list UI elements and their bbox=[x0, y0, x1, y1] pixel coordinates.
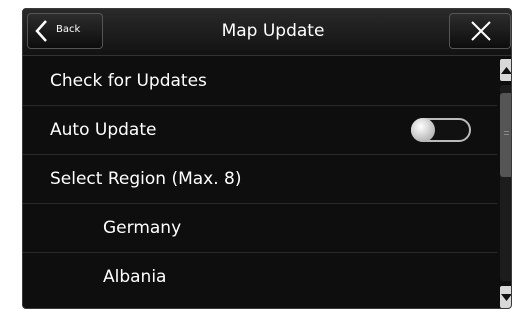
region-item-albania[interactable]: Albania bbox=[23, 253, 497, 301]
scrollbar[interactable] bbox=[499, 57, 511, 308]
chevron-left-icon bbox=[35, 20, 47, 42]
back-label: Back bbox=[56, 24, 81, 35]
region-label: Albania bbox=[103, 267, 167, 287]
select-region-label: Select Region (Max. 8) bbox=[50, 169, 242, 189]
toggle-knob bbox=[411, 118, 435, 142]
map-update-screen: Back Map Update Check for Updates Auto U… bbox=[22, 8, 512, 309]
header-bar: Back Map Update bbox=[23, 9, 511, 56]
grip-icon bbox=[504, 131, 509, 132]
check-updates-label: Check for Updates bbox=[50, 71, 207, 91]
triangle-up-icon bbox=[501, 67, 511, 74]
close-button[interactable] bbox=[449, 13, 511, 49]
auto-update-label: Auto Update bbox=[50, 120, 157, 140]
scroll-down-button[interactable] bbox=[500, 286, 511, 308]
scroll-up-button[interactable] bbox=[500, 59, 511, 81]
close-icon bbox=[471, 21, 491, 41]
auto-update-toggle[interactable] bbox=[411, 118, 471, 142]
page-title: Map Update bbox=[221, 21, 325, 41]
scrollbar-track[interactable] bbox=[500, 85, 511, 281]
region-label: Germany bbox=[103, 218, 182, 238]
scrollbar-thumb[interactable] bbox=[500, 93, 511, 177]
settings-list: Check for Updates Auto Update Select Reg… bbox=[23, 57, 497, 301]
select-region-item[interactable]: Select Region (Max. 8) bbox=[23, 155, 497, 204]
triangle-down-icon bbox=[501, 294, 511, 301]
check-updates-item[interactable]: Check for Updates bbox=[23, 57, 497, 106]
region-item-germany[interactable]: Germany bbox=[23, 204, 497, 253]
back-button[interactable]: Back bbox=[27, 13, 103, 49]
auto-update-item[interactable]: Auto Update bbox=[23, 106, 497, 155]
